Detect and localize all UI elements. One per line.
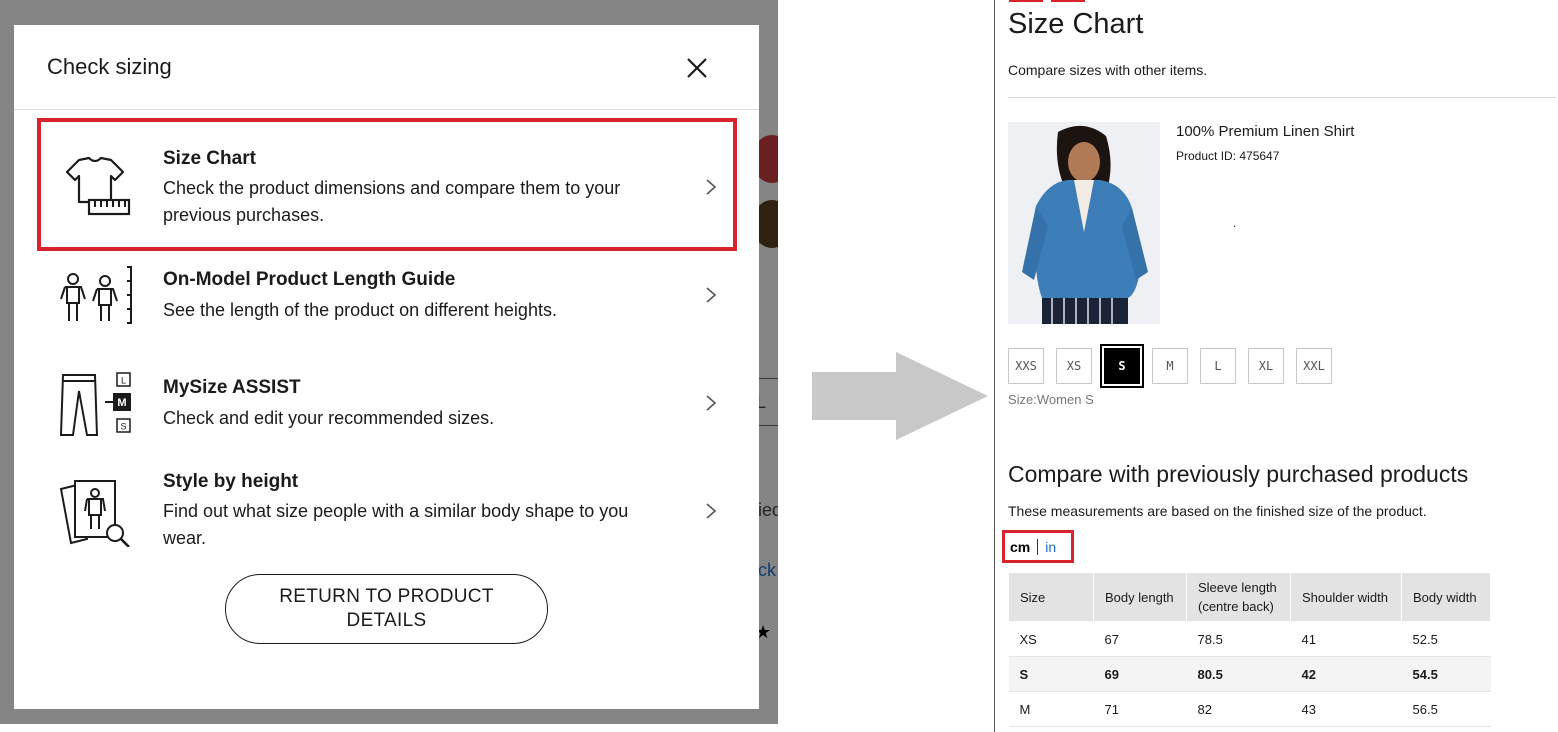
table-cell: 67	[1093, 621, 1187, 657]
option-title: Style by height	[163, 471, 299, 492]
size-chart-subtitle: Compare sizes with other items.	[1008, 62, 1208, 78]
return-to-product-details-button[interactable]: RETURN TO PRODUCT DETAILS	[225, 574, 548, 644]
table-cell: 52.5	[1401, 621, 1491, 657]
table-header: Body length	[1093, 572, 1187, 622]
table-cell: 69	[1093, 656, 1187, 692]
product-photo	[1008, 122, 1160, 324]
table-cell: 56.5	[1401, 691, 1491, 727]
chevron-right-icon	[706, 287, 717, 303]
chevron-right-icon	[706, 395, 717, 411]
product-name: 100% Premium Linen Shirt	[1176, 123, 1355, 140]
table-cell: 43	[1290, 691, 1402, 727]
option-description: See the length of the product on differe…	[163, 300, 557, 320]
table-cell: 82	[1186, 691, 1291, 727]
modal-title: Check sizing	[47, 54, 172, 79]
unit-toggle: cm in	[1002, 530, 1074, 563]
people-height-icon	[60, 266, 132, 324]
mysize-icon-letter: L	[121, 376, 126, 386]
option-title: On-Model Product Length Guide	[163, 269, 456, 290]
pants-sizes-icon: L M S	[59, 372, 131, 436]
option-style-by-height[interactable]: Style by height Find out what size peopl…	[37, 465, 737, 565]
size-option-m[interactable]: M	[1152, 348, 1188, 384]
check-sizing-screen: L ied ck ★ Check sizing Size Chart Check…	[0, 0, 778, 724]
compare-title: Compare with previously purchased produc…	[1008, 461, 1469, 487]
option-size-chart[interactable]: Size Chart Check the product dimensions …	[37, 118, 737, 251]
table-header: Body width	[1401, 572, 1491, 622]
table-cell: 80.5	[1186, 656, 1291, 692]
style-search-icon	[59, 480, 130, 547]
unit-separator	[1037, 538, 1039, 555]
unit-in[interactable]: in	[1045, 539, 1056, 555]
option-title: MySize ASSIST	[163, 377, 301, 398]
table-header: Shoulder width	[1290, 572, 1402, 622]
mysize-icon-letter: M	[117, 397, 126, 409]
table-cell: 54.5	[1401, 656, 1491, 692]
top-edge-marks	[1009, 0, 1085, 2]
size-option-l[interactable]: L	[1200, 348, 1236, 384]
measurements-table: Size Body length Sleeve length (centre b…	[1008, 572, 1491, 727]
table-cell: XS	[1008, 621, 1094, 657]
table-header-row: Size Body length Sleeve length (centre b…	[1008, 572, 1491, 622]
size-option-xxl[interactable]: XXL	[1296, 348, 1332, 384]
tshirt-ruler-icon	[65, 156, 131, 216]
chevron-right-icon	[706, 179, 717, 195]
check-sizing-modal: Check sizing Size Chart Check the produc…	[14, 25, 759, 709]
mysize-icon-letter: S	[120, 422, 126, 432]
modal-header: Check sizing	[14, 25, 759, 110]
option-description: Check the product dimensions and compare…	[163, 178, 621, 225]
table-cell: 71	[1093, 691, 1187, 727]
size-option-xxs[interactable]: XXS	[1008, 348, 1044, 384]
size-option-xs[interactable]: XS	[1056, 348, 1092, 384]
option-mysize-assist[interactable]: L M S MySize ASSIST Check and edit your …	[37, 365, 737, 465]
table-cell: 42	[1290, 656, 1402, 692]
selected-size-label: Size:Women S	[1008, 392, 1094, 407]
close-icon[interactable]	[682, 53, 712, 83]
table-row-selected: S 69 80.5 42 54.5	[1008, 656, 1491, 692]
product-image	[1008, 122, 1160, 324]
table-header: Size	[1008, 572, 1094, 622]
table-header: Sleeve length (centre back)	[1186, 572, 1291, 622]
size-option-xl[interactable]: XL	[1248, 348, 1284, 384]
table-cell: 41	[1290, 621, 1402, 657]
table-row: XS 67 78.5 41 52.5	[1008, 621, 1491, 657]
arrow-right-icon	[812, 352, 988, 440]
table-cell: 78.5	[1186, 621, 1291, 657]
size-chart-title: Size Chart	[1008, 8, 1144, 40]
chevron-right-icon	[706, 503, 717, 519]
stray-dot: .	[1233, 216, 1237, 230]
unit-cm[interactable]: cm	[1010, 539, 1030, 555]
option-title: Size Chart	[163, 148, 256, 169]
size-option-s[interactable]: S	[1100, 344, 1144, 388]
table-row: M 71 82 43 56.5	[1008, 691, 1491, 727]
table-cell: M	[1008, 691, 1094, 727]
option-description: Check and edit your recommended sizes.	[163, 408, 495, 428]
compare-subtitle: These measurements are based on the fini…	[1008, 503, 1427, 519]
table-cell: S	[1008, 656, 1094, 692]
size-selector: XXS XS S M L XL XXL	[1008, 344, 1332, 388]
option-description: Find out what size people with a similar…	[163, 501, 629, 548]
size-chart-panel: Size Chart Compare sizes with other item…	[994, 0, 1558, 732]
product-id: Product ID: 475647	[1176, 149, 1280, 163]
option-on-model-length-guide[interactable]: On-Model Product Length Guide See the le…	[37, 257, 737, 357]
divider	[1008, 97, 1556, 98]
